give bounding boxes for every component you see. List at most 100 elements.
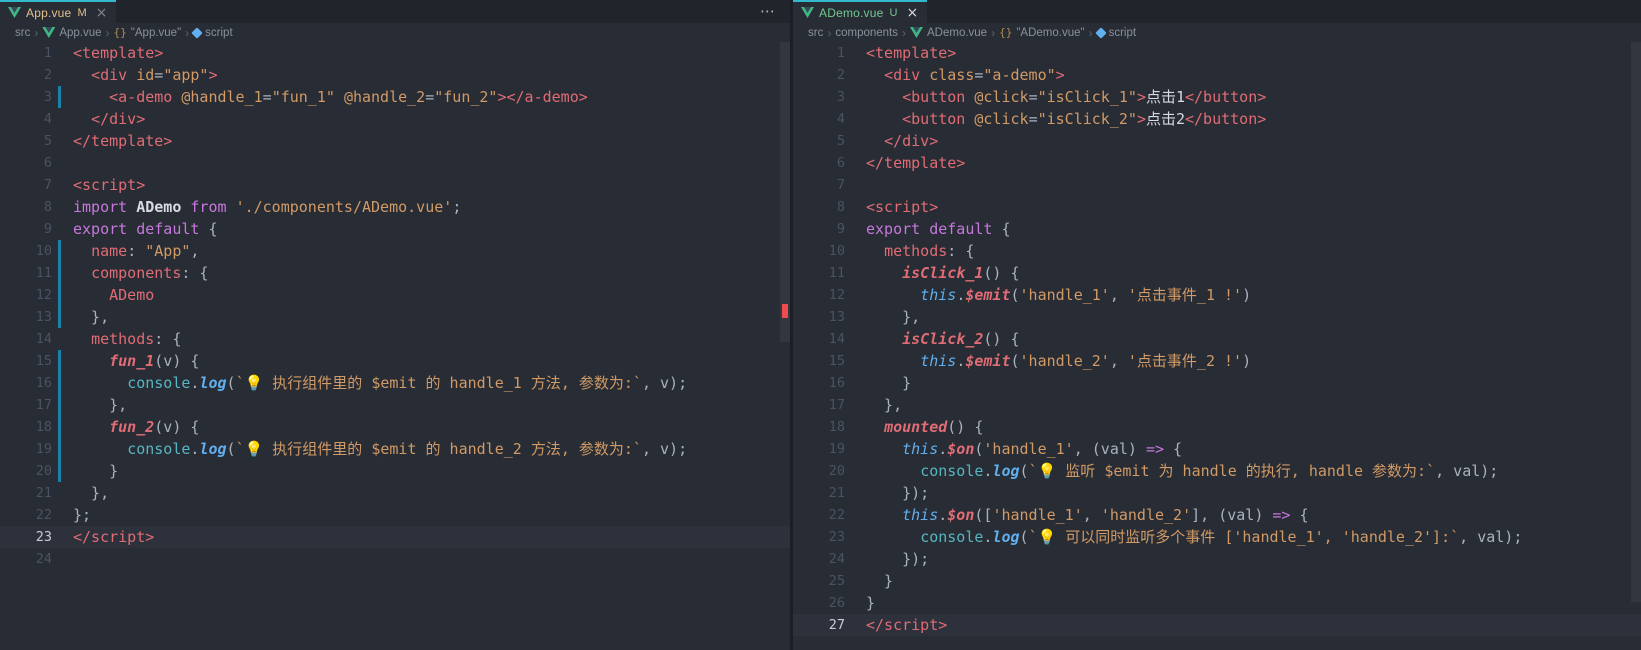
line-number[interactable]: 13 [0, 306, 52, 328]
code-line-8[interactable]: 8 <script> [793, 196, 1641, 218]
line-number[interactable]: 19 [0, 438, 52, 460]
line-number[interactable]: 2 [0, 64, 52, 86]
line-number[interactable]: 9 [0, 218, 52, 240]
code-line-17[interactable]: 17 }, [793, 394, 1641, 416]
line-number[interactable]: 24 [0, 548, 52, 570]
line-number[interactable]: 19 [793, 438, 845, 460]
code-line-24[interactable]: 24 }); [793, 548, 1641, 570]
line-number[interactable]: 20 [0, 460, 52, 482]
line-number[interactable]: 5 [0, 130, 52, 152]
breadcrumb-item-script[interactable]: script [191, 27, 233, 39]
line-number[interactable]: 7 [0, 174, 52, 196]
code-line-15[interactable]: 15 fun_1(v) { [0, 350, 790, 372]
line-number[interactable]: 20 [793, 460, 845, 482]
line-number[interactable]: 10 [793, 240, 845, 262]
line-number[interactable]: 17 [793, 394, 845, 416]
code-line-23[interactable]: 23 console.log(`💡 可以同时监听多个事件 ['handle_1'… [793, 526, 1641, 548]
code-line-3[interactable]: 3 <button @click="isClick_1">点击1</button… [793, 86, 1641, 108]
code-line-11[interactable]: 11 isClick_1() { [793, 262, 1641, 284]
line-number[interactable]: 23 [793, 526, 845, 548]
code-line-10[interactable]: 10 name: "App", [0, 240, 790, 262]
code-line-25[interactable]: 25 } [793, 570, 1641, 592]
line-number[interactable]: 22 [0, 504, 52, 526]
code-line-9[interactable]: 9 export default { [793, 218, 1641, 240]
code-line-16[interactable]: 16 console.log(`💡 执行组件里的 $emit 的 handle_… [0, 372, 790, 394]
code-line-15[interactable]: 15 this.$emit('handle_2', '点击事件_2 !') [793, 350, 1641, 372]
line-number[interactable]: 1 [793, 42, 845, 64]
line-number[interactable]: 21 [0, 482, 52, 504]
breadcrumb-item-app-vue[interactable]: App.vue [42, 27, 101, 39]
line-number[interactable]: 3 [0, 86, 52, 108]
code-line-20[interactable]: 20 console.log(`💡 监听 $emit 为 handle 的执行,… [793, 460, 1641, 482]
line-number[interactable]: 23 [0, 526, 52, 548]
code-line-24[interactable]: 24 [0, 548, 790, 570]
line-number[interactable]: 9 [793, 218, 845, 240]
code-line-5[interactable]: 5 </div> [793, 130, 1641, 152]
code-line-27[interactable]: 27 </script> [793, 614, 1641, 636]
code-line-8[interactable]: 8 import ADemo from './components/ADemo.v… [0, 196, 790, 218]
scrollbar-thumb[interactable] [780, 42, 790, 342]
line-number[interactable]: 24 [793, 548, 845, 570]
code-line-13[interactable]: 13 }, [793, 306, 1641, 328]
code-line-22[interactable]: 22 this.$on(['handle_1', 'handle_2'], (v… [793, 504, 1641, 526]
code-line-19[interactable]: 19 this.$on('handle_1', (val) => { [793, 438, 1641, 460]
code-line-23[interactable]: 23 </script> [0, 526, 790, 548]
tab-app-vue[interactable]: App.vue M × [0, 0, 117, 23]
line-number[interactable]: 7 [793, 174, 845, 196]
code-line-22[interactable]: 22}; [0, 504, 790, 526]
code-line-12[interactable]: 12 ADemo [0, 284, 790, 306]
line-number[interactable]: 12 [0, 284, 52, 306]
line-number[interactable]: 4 [793, 108, 845, 130]
line-number[interactable]: 1 [0, 42, 52, 64]
code-line-10[interactable]: 10 methods: { [793, 240, 1641, 262]
code-line-21[interactable]: 21 }); [793, 482, 1641, 504]
code-line-9[interactable]: 9 export default { [0, 218, 790, 240]
line-number[interactable]: 12 [793, 284, 845, 306]
code-line-13[interactable]: 13 }, [0, 306, 790, 328]
line-number[interactable]: 15 [793, 350, 845, 372]
code-line-21[interactable]: 21 }, [0, 482, 790, 504]
code-line-19[interactable]: 19 console.log(`💡 执行组件里的 $emit 的 handle_… [0, 438, 790, 460]
breadcrumb-item-components[interactable]: components [835, 27, 898, 39]
code-line-26[interactable]: 26} [793, 592, 1641, 614]
line-number[interactable]: 13 [793, 306, 845, 328]
code-line-18[interactable]: 18 mounted() { [793, 416, 1641, 438]
line-number[interactable]: 6 [793, 152, 845, 174]
line-number[interactable]: 18 [0, 416, 52, 438]
code-line-5[interactable]: 5 </template> [0, 130, 790, 152]
line-number[interactable]: 26 [793, 592, 845, 614]
code-line-17[interactable]: 17 }, [0, 394, 790, 416]
code-line-1[interactable]: 1 <template> [793, 42, 1641, 64]
line-number[interactable]: 25 [793, 570, 845, 592]
code-line-2[interactable]: 2 <div class="a-demo"> [793, 64, 1641, 86]
code-editor-left[interactable]: 1 <template> 2 <div id="app"> 3 <a-demo @ha… [0, 42, 790, 650]
scrollbar-thumb[interactable] [1631, 42, 1641, 602]
line-number[interactable]: 27 [793, 614, 845, 636]
line-number[interactable]: 6 [0, 152, 52, 174]
code-line-6[interactable]: 6 [0, 152, 790, 174]
line-number[interactable]: 16 [0, 372, 52, 394]
line-number[interactable]: 11 [793, 262, 845, 284]
line-number[interactable]: 21 [793, 482, 845, 504]
line-number[interactable]: 15 [0, 350, 52, 372]
breadcrumb-item-script[interactable]: script [1094, 27, 1136, 39]
line-number[interactable]: 10 [0, 240, 52, 262]
more-actions-icon[interactable]: ⋯ [760, 2, 790, 22]
code-line-12[interactable]: 12 this.$emit('handle_1', '点击事件_1 !') [793, 284, 1641, 306]
code-line-1[interactable]: 1 <template> [0, 42, 790, 64]
line-number[interactable]: 8 [0, 196, 52, 218]
line-number[interactable]: 5 [793, 130, 845, 152]
line-number[interactable]: 8 [793, 196, 845, 218]
code-line-14[interactable]: 14 isClick_2() { [793, 328, 1641, 350]
code-line-6[interactable]: 6 </template> [793, 152, 1641, 174]
line-number[interactable]: 18 [793, 416, 845, 438]
code-line-4[interactable]: 4 <button @click="isClick_2">点击2</button… [793, 108, 1641, 130]
line-number[interactable]: 14 [793, 328, 845, 350]
breadcrumb-item-ademo-vue[interactable]: ADemo.vue [910, 27, 987, 39]
code-editor-right[interactable]: 1 <template> 2 <div class="a-demo"> 3 <butt… [793, 42, 1641, 650]
line-number[interactable]: 2 [793, 64, 845, 86]
code-line-4[interactable]: 4 </div> [0, 108, 790, 130]
line-number[interactable]: 3 [793, 86, 845, 108]
breadcrumb[interactable]: src › App.vue ›{} "App.vue" › script [0, 23, 790, 42]
line-number[interactable]: 14 [0, 328, 52, 350]
